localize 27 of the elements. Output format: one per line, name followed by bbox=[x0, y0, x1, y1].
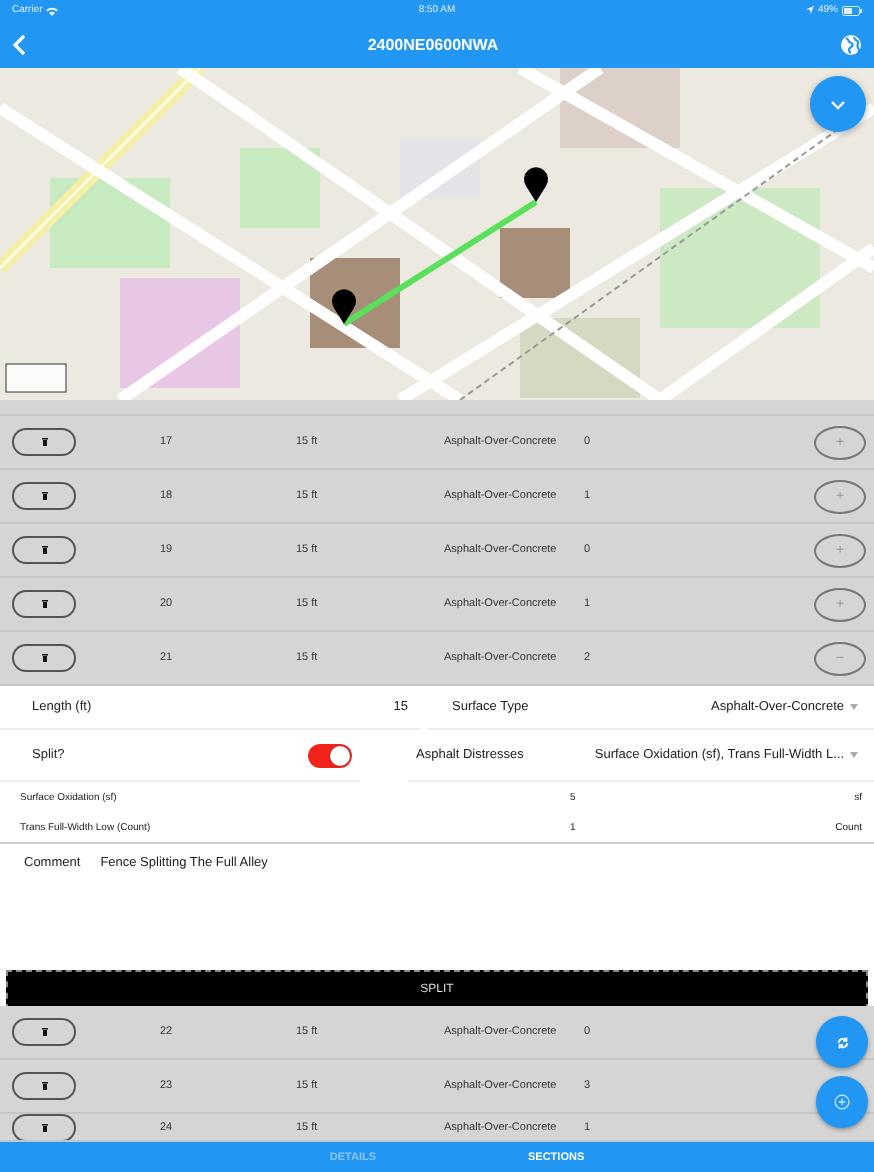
plus-circle-icon bbox=[834, 1094, 850, 1110]
trash-icon bbox=[41, 654, 47, 662]
trash-icon bbox=[41, 600, 47, 608]
globe-icon[interactable] bbox=[840, 33, 862, 55]
trash-icon bbox=[41, 1028, 47, 1036]
trash-icon bbox=[41, 438, 47, 446]
wifi-icon bbox=[46, 5, 59, 15]
trash-icon bbox=[41, 492, 47, 500]
trash-icon bbox=[41, 1124, 47, 1132]
trash-icon bbox=[41, 546, 47, 554]
delete-button[interactable] bbox=[12, 536, 76, 564]
dropdown-caret-icon bbox=[850, 704, 858, 710]
back-chevron-icon[interactable] bbox=[12, 33, 26, 55]
split-toggle[interactable] bbox=[308, 743, 352, 767]
delete-button[interactable] bbox=[12, 482, 76, 510]
delete-button[interactable] bbox=[12, 1072, 76, 1100]
chevron-down-icon bbox=[830, 99, 846, 109]
delete-button[interactable] bbox=[12, 644, 76, 672]
delete-button[interactable] bbox=[12, 590, 76, 618]
battery-icon bbox=[841, 5, 862, 15]
trash-icon bbox=[41, 1082, 47, 1090]
location-arrow-icon bbox=[805, 6, 814, 14]
delete-button[interactable] bbox=[12, 1018, 76, 1046]
delete-button[interactable] bbox=[12, 428, 76, 456]
screen-title: 2400NE0600NWA bbox=[367, 35, 499, 53]
refresh-icon bbox=[835, 1035, 849, 1049]
dropdown-caret-icon bbox=[850, 752, 858, 758]
